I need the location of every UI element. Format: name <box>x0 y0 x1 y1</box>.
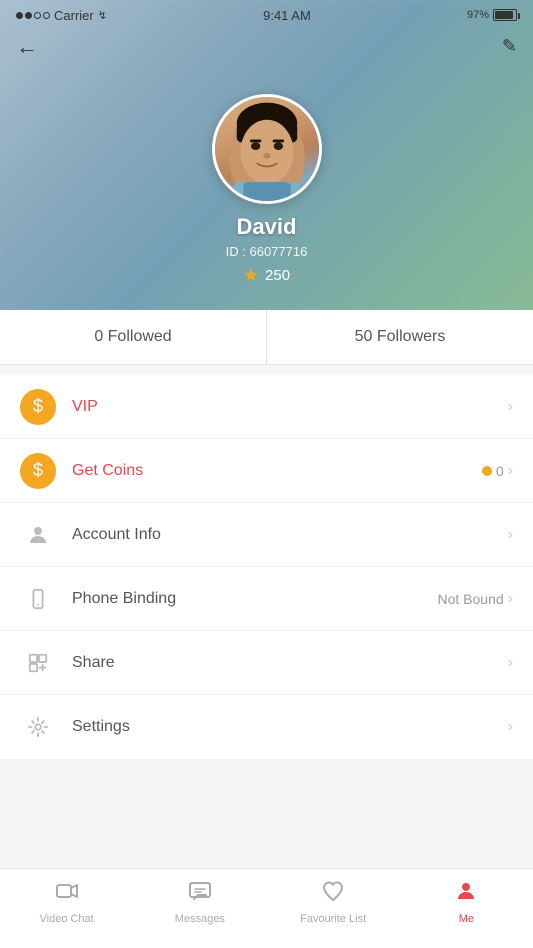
messages-label: Messages <box>175 913 225 925</box>
me-label: Me <box>459 913 474 925</box>
back-button[interactable]: ← <box>16 34 38 60</box>
avatar-face <box>215 97 319 201</box>
phone-binding-status: Not Bound <box>438 591 504 607</box>
get-coins-chevron: › <box>508 462 513 480</box>
get-coins-label: Get Coins <box>72 462 482 480</box>
menu-list: $ VIP › $ Get Coins 0 › Account Info › <box>0 375 533 759</box>
avatar <box>212 94 322 204</box>
settings-chevron: › <box>508 718 513 736</box>
battery-percent: 97% <box>467 9 489 21</box>
share-chevron: › <box>508 654 513 672</box>
share-menu-item[interactable]: Share › <box>0 631 533 695</box>
phone-binding-label: Phone Binding <box>72 590 438 608</box>
signal-dot-1 <box>16 12 23 19</box>
phone-binding-menu-item[interactable]: Phone Binding Not Bound › <box>0 567 533 631</box>
coin-count: 0 <box>482 463 504 479</box>
profile-name: David <box>237 214 297 240</box>
video-chat-label: Video Chat <box>40 913 94 925</box>
battery-icon <box>493 9 517 21</box>
status-bar: Carrier ↯ 9:41 AM 97% <box>0 0 533 30</box>
star-icon: ★ <box>243 265 259 286</box>
phone-binding-chevron: › <box>508 590 513 608</box>
account-info-chevron: › <box>508 526 513 544</box>
phone-binding-icon <box>20 581 56 617</box>
hero-content: David ID : 66077716 ★ 250 <box>0 0 533 310</box>
followers-count: 50 Followers <box>355 328 446 345</box>
coin-dot-icon <box>482 466 492 476</box>
share-label: Share <box>72 654 508 672</box>
account-info-right: › <box>508 526 513 544</box>
settings-icon <box>20 709 56 745</box>
get-coins-icon: $ <box>20 453 56 489</box>
signal-dot-2 <box>25 12 32 19</box>
profile-id: ID : 66077716 <box>226 244 308 259</box>
profile-hero: David ID : 66077716 ★ 250 ← ✎ <box>0 0 533 310</box>
tab-bar: Video Chat Messages Favourite List Me <box>0 868 533 948</box>
settings-label: Settings <box>72 718 508 736</box>
vip-right: › <box>508 398 513 416</box>
vip-chevron: › <box>508 398 513 416</box>
account-info-menu-item[interactable]: Account Info › <box>0 503 533 567</box>
profile-coins: ★ 250 <box>243 265 290 286</box>
coin-amount: 250 <box>265 267 290 284</box>
messages-icon <box>188 879 212 909</box>
video-chat-icon <box>55 879 79 909</box>
vip-menu-item[interactable]: $ VIP › <box>0 375 533 439</box>
share-icon <box>20 645 56 681</box>
settings-right: › <box>508 718 513 736</box>
signal-dot-3 <box>34 12 41 19</box>
carrier-label: Carrier <box>54 8 94 23</box>
get-coins-menu-item[interactable]: $ Get Coins 0 › <box>0 439 533 503</box>
phone-binding-right: Not Bound › <box>438 590 514 608</box>
settings-menu-item[interactable]: Settings › <box>0 695 533 759</box>
status-left: Carrier ↯ <box>16 8 107 23</box>
favourite-list-label: Favourite List <box>300 913 366 925</box>
status-time: 9:41 AM <box>263 8 311 23</box>
status-right: 97% <box>467 9 517 21</box>
coin-number: 0 <box>496 463 504 479</box>
tab-video-chat[interactable]: Video Chat <box>0 879 133 925</box>
tab-messages[interactable]: Messages <box>133 879 266 925</box>
share-right: › <box>508 654 513 672</box>
wifi-icon: ↯ <box>98 9 107 22</box>
tab-me[interactable]: Me <box>400 879 533 925</box>
stats-row: 0 Followed 50 Followers <box>0 310 533 365</box>
followed-stat[interactable]: 0 Followed <box>0 310 267 364</box>
signal-dots <box>16 12 50 19</box>
followers-stat[interactable]: 50 Followers <box>267 310 533 364</box>
signal-dot-4 <box>43 12 50 19</box>
account-info-label: Account Info <box>72 526 508 544</box>
battery-fill <box>495 11 513 19</box>
edit-button[interactable]: ✎ <box>502 36 517 57</box>
tab-favourite-list[interactable]: Favourite List <box>267 879 400 925</box>
favourite-list-icon <box>321 879 345 909</box>
me-icon <box>454 879 478 909</box>
get-coins-right: 0 › <box>482 462 513 480</box>
followed-count: 0 Followed <box>94 328 171 345</box>
vip-label: VIP <box>72 398 508 416</box>
account-info-icon <box>20 517 56 553</box>
vip-icon: $ <box>20 389 56 425</box>
